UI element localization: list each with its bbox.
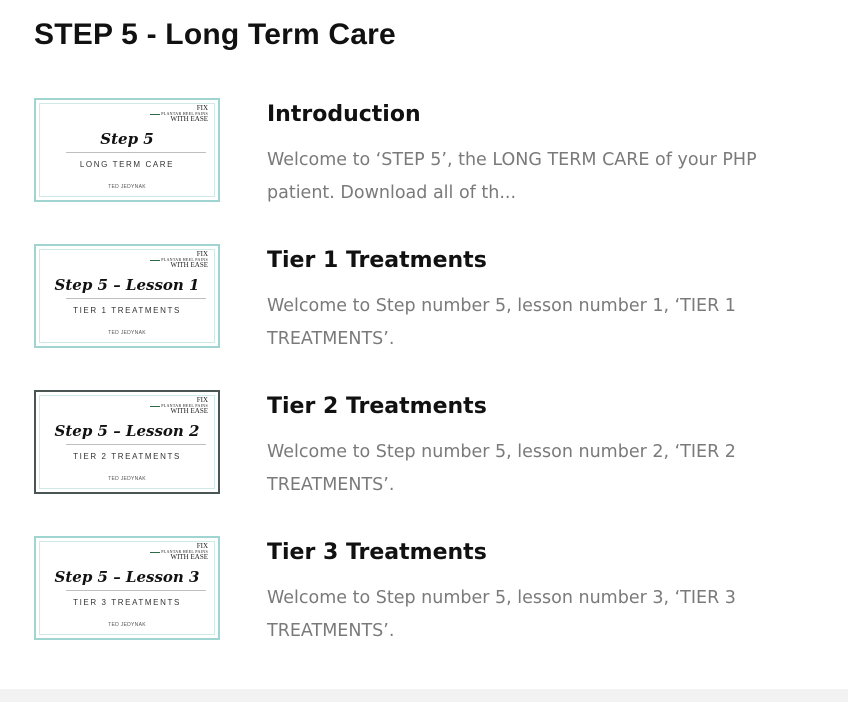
thumbnail-subheading: TIER 1 TREATMENTS bbox=[73, 306, 181, 315]
thumbnail-heading: Step 5 bbox=[100, 130, 154, 148]
thumbnail-author: TED JEDYNAK bbox=[108, 330, 146, 336]
brand-logo: FIX PLANTAR HEEL PAINS WITH EASE bbox=[150, 105, 208, 123]
lesson-title[interactable]: Introduction bbox=[267, 102, 421, 127]
thumbnail-divider bbox=[66, 152, 206, 153]
lesson-item-tier-1[interactable]: FIX PLANTAR HEEL PAINS WITH EASE Step 5 … bbox=[34, 244, 824, 354]
lesson-description: Welcome to Step number 5, lesson number … bbox=[267, 442, 736, 495]
lesson-title[interactable]: Tier 3 Treatments bbox=[267, 540, 487, 565]
lesson-thumbnail[interactable]: FIX PLANTAR HEEL PAINS WITH EASE Step 5 … bbox=[34, 244, 220, 348]
thumbnail-author: TED JEDYNAK bbox=[108, 184, 146, 190]
thumbnail-subheading: TIER 2 TREATMENTS bbox=[73, 452, 181, 461]
lesson-description: Welcome to Step number 5, lesson number … bbox=[267, 296, 736, 349]
lesson-thumbnail[interactable]: FIX PLANTAR HEEL PAINS WITH EASE Step 5 … bbox=[34, 390, 220, 494]
leaf-icon bbox=[150, 259, 161, 261]
leaf-icon bbox=[150, 551, 161, 553]
thumbnail-divider bbox=[66, 298, 206, 299]
footer-band bbox=[0, 689, 848, 702]
thumbnail-heading: Step 5 – Lesson 2 bbox=[54, 422, 200, 440]
thumbnail-heading: Step 5 – Lesson 1 bbox=[54, 276, 200, 294]
thumbnail-heading: Step 5 – Lesson 3 bbox=[54, 568, 200, 586]
page-title: STEP 5 - Long Term Care bbox=[34, 18, 396, 51]
thumbnail-divider bbox=[66, 444, 206, 445]
thumbnail-card: FIX PLANTAR HEEL PAINS WITH EASE Step 5 … bbox=[39, 103, 215, 197]
lesson-thumbnail[interactable]: FIX PLANTAR HEEL PAINS WITH EASE Step 5 … bbox=[34, 98, 220, 202]
brand-logo: FIX PLANTAR HEEL PAINS WITH EASE bbox=[150, 251, 208, 269]
brand-logo: FIX PLANTAR HEEL PAINS WITH EASE bbox=[150, 543, 208, 561]
thumbnail-divider bbox=[66, 590, 206, 591]
lesson-description: Welcome to ‘STEP 5’, the LONG TERM CARE … bbox=[267, 150, 757, 203]
thumbnail-author: TED JEDYNAK bbox=[108, 622, 146, 628]
lesson-title[interactable]: Tier 2 Treatments bbox=[267, 394, 487, 419]
brand-logo: FIX PLANTAR HEEL PAINS WITH EASE bbox=[150, 397, 208, 415]
thumbnail-subheading: TIER 3 TREATMENTS bbox=[73, 598, 181, 607]
lesson-description: Welcome to Step number 5, lesson number … bbox=[267, 588, 736, 641]
thumbnail-subheading: LONG TERM CARE bbox=[79, 160, 175, 169]
thumbnail-author: TED JEDYNAK bbox=[108, 476, 146, 482]
lesson-thumbnail[interactable]: FIX PLANTAR HEEL PAINS WITH EASE Step 5 … bbox=[34, 536, 220, 640]
lesson-item-tier-3[interactable]: FIX PLANTAR HEEL PAINS WITH EASE Step 5 … bbox=[34, 536, 824, 646]
thumbnail-card: FIX PLANTAR HEEL PAINS WITH EASE Step 5 … bbox=[39, 249, 215, 343]
leaf-icon bbox=[150, 113, 161, 115]
thumbnail-card: FIX PLANTAR HEEL PAINS WITH EASE Step 5 … bbox=[39, 541, 215, 635]
lesson-item-tier-2[interactable]: FIX PLANTAR HEEL PAINS WITH EASE Step 5 … bbox=[34, 390, 824, 500]
thumbnail-card: FIX PLANTAR HEEL PAINS WITH EASE Step 5 … bbox=[39, 395, 215, 489]
lesson-item-introduction[interactable]: FIX PLANTAR HEEL PAINS WITH EASE Step 5 … bbox=[34, 98, 824, 208]
leaf-icon bbox=[150, 405, 161, 407]
lesson-title[interactable]: Tier 1 Treatments bbox=[267, 248, 487, 273]
